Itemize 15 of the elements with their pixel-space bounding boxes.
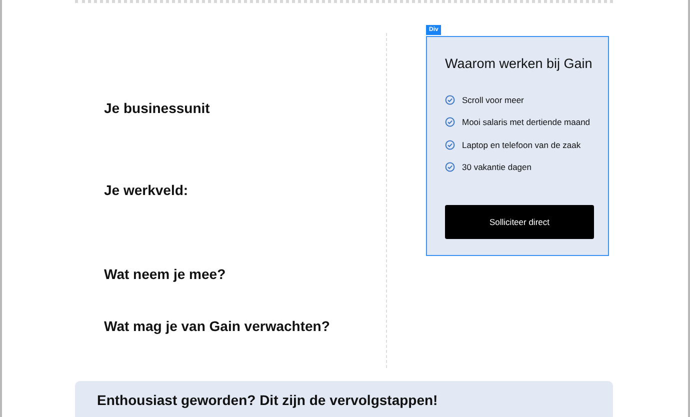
- benefit-text: 30 vakantie dagen: [462, 162, 532, 172]
- apply-button[interactable]: Solliciteer direct: [445, 205, 594, 239]
- benefit-text: Scroll voor meer: [462, 94, 524, 105]
- benefit-text: Mooi salaris met dertiende maand: [462, 117, 590, 128]
- check-circle-icon: [445, 162, 455, 172]
- check-circle-icon: [445, 94, 455, 105]
- check-circle-icon: [445, 140, 455, 150]
- section-heading: Je businessunit: [104, 100, 210, 116]
- section-heading: Wat mag je van Gain verwachten?: [104, 318, 330, 334]
- card-title: Waarom werken bij Gain: [445, 55, 594, 73]
- check-circle-icon: [445, 117, 455, 128]
- next-steps-heading: Enthousiast geworden? Dit zijn de vervolgstappen!: [97, 391, 439, 409]
- benefit-text: Laptop en telefoon van de zaak: [462, 140, 581, 150]
- section-heading: Je werkveld:: [104, 182, 188, 198]
- section-heading: Wat neem je mee?: [104, 266, 226, 282]
